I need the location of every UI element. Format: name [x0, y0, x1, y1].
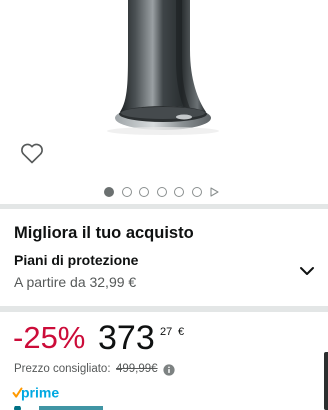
- protection-plans-row[interactable]: Piani di protezione A partire da 32,99 €: [0, 249, 328, 299]
- heart-icon[interactable]: [20, 142, 44, 164]
- upsell-section: Migliora il tuo acquisto Piani di protez…: [0, 209, 328, 306]
- prime-label: prime: [21, 385, 59, 401]
- protection-plans-price: A partire da 32,99 €: [14, 274, 137, 290]
- product-image-gallery[interactable]: [0, 0, 328, 204]
- info-icon[interactable]: [163, 364, 175, 376]
- play-icon[interactable]: [209, 187, 219, 197]
- list-price-value: 499,99€: [116, 363, 158, 375]
- price-currency: €: [178, 326, 185, 338]
- prime-badge: prime: [12, 385, 59, 401]
- list-price-label: Prezzo consigliato:: [14, 363, 111, 375]
- delivery-info-truncated: [14, 406, 114, 410]
- scrollbar[interactable]: [324, 352, 328, 410]
- price-fraction: 27: [160, 326, 173, 338]
- pagination-dot[interactable]: [156, 187, 167, 197]
- protection-plans-title: Piani di protezione: [14, 252, 139, 268]
- pagination-dot[interactable]: [104, 187, 114, 197]
- price-whole: 373: [98, 319, 155, 357]
- price-section: -25% 373 27 € Prezzo consigliato: 499,99…: [0, 312, 328, 410]
- discount-percentage: -25%: [13, 320, 86, 355]
- pagination-dot[interactable]: [139, 187, 149, 197]
- pagination-dot[interactable]: [121, 187, 132, 197]
- product-image[interactable]: [0, 0, 328, 140]
- pagination-dot[interactable]: [174, 187, 184, 197]
- image-pagination: [104, 186, 219, 198]
- upsell-title: Migliora il tuo acquisto: [14, 224, 194, 242]
- chevron-down-icon[interactable]: [299, 265, 315, 277]
- pagination-dot[interactable]: [191, 187, 202, 197]
